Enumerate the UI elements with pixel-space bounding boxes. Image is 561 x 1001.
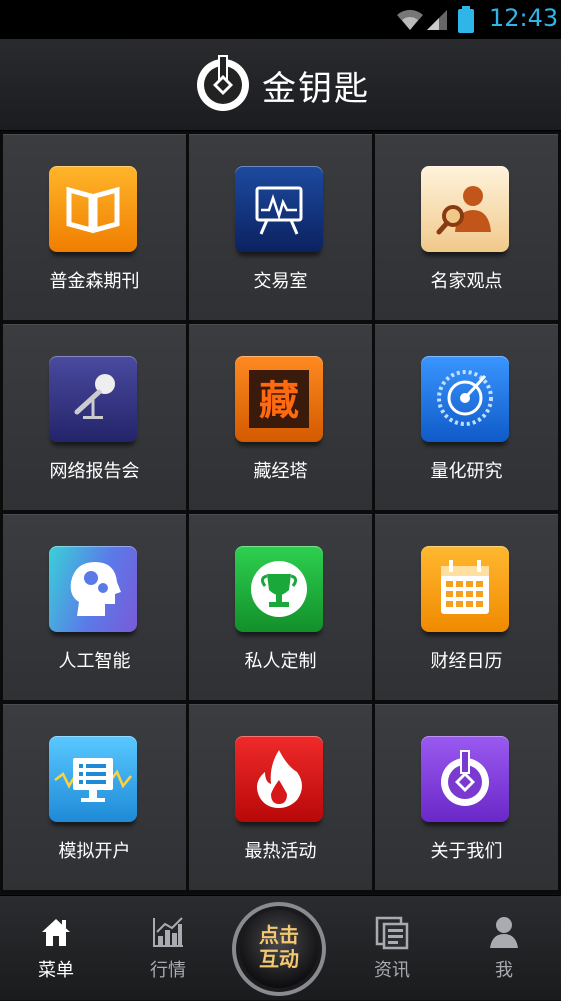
- svg-text:藏: 藏: [259, 377, 299, 424]
- app-header: 金钥匙: [0, 39, 561, 131]
- interact-button-label: 点击 互动: [229, 923, 329, 971]
- menu-item-finance-calendar[interactable]: 财经日历: [375, 514, 558, 700]
- zang-character-icon: 藏: [235, 356, 323, 442]
- head-gears-icon: [49, 546, 137, 632]
- microphone-icon: [49, 356, 137, 442]
- signal-icon: [427, 10, 447, 30]
- menu-item-about-us[interactable]: 关于我们: [375, 704, 558, 890]
- menu-item-label: 交易室: [253, 271, 308, 292]
- news-icon: [375, 916, 409, 950]
- key-logo-icon: [421, 736, 509, 822]
- menu-item-label: 量化研究: [430, 461, 503, 482]
- tab-news[interactable]: 资讯: [342, 896, 442, 1000]
- tab-label: 菜单: [38, 960, 74, 981]
- clock: 12:43: [489, 4, 559, 32]
- menu-item-hot-events[interactable]: 最热活动: [189, 704, 372, 890]
- menu-item-label: 模拟开户: [58, 841, 131, 862]
- interact-line-2: 互动: [259, 947, 299, 971]
- status-bar: 12:43: [0, 0, 561, 39]
- chart-icon: [153, 917, 183, 947]
- menu-item-expert-views[interactable]: 名家观点: [375, 134, 558, 320]
- menu-item-trading-room[interactable]: 交易室: [189, 134, 372, 320]
- dial-icon: [421, 356, 509, 442]
- menu-item-label: 私人定制: [244, 651, 317, 672]
- menu-item-label: 人工智能: [58, 651, 131, 672]
- key-logo-icon: [197, 55, 249, 111]
- interact-line-1: 点击: [259, 923, 299, 947]
- presentation-icon: [235, 166, 323, 252]
- menu-item-ai[interactable]: 人工智能: [3, 514, 186, 700]
- menu-item-label: 关于我们: [430, 841, 503, 862]
- trophy-icon: [235, 546, 323, 632]
- tab-label: 行情: [150, 960, 186, 981]
- tab-label: 我: [495, 960, 513, 981]
- app-title: 金钥匙: [262, 69, 370, 109]
- menu-item-quant-research[interactable]: 量化研究: [375, 324, 558, 510]
- menu-item-periodical[interactable]: 普金森期刊: [3, 134, 186, 320]
- book-icon: [49, 166, 137, 252]
- wifi-icon: [397, 9, 423, 30]
- menu-item-demo-account[interactable]: 模拟开户: [3, 704, 186, 890]
- person-icon: [490, 917, 518, 948]
- menu-item-private-custom[interactable]: 私人定制: [189, 514, 372, 700]
- calendar-icon: [421, 546, 509, 632]
- menu-item-label: 最热活动: [244, 841, 317, 862]
- menu-item-scripture-tower[interactable]: 藏 藏经塔: [189, 324, 372, 510]
- menu-grid: 普金森期刊 交易室 名家观点 网络报告会 藏 藏经塔 量化研究 人工智能 私人定…: [0, 131, 561, 894]
- expert-search-icon: [421, 166, 509, 252]
- menu-item-web-conference[interactable]: 网络报告会: [3, 324, 186, 510]
- menu-item-label: 网络报告会: [49, 461, 140, 482]
- menu-item-label: 名家观点: [430, 271, 503, 292]
- flame-icon: [235, 736, 323, 822]
- tab-market[interactable]: 行情: [118, 896, 218, 1000]
- menu-item-label: 藏经塔: [253, 461, 308, 482]
- home-icon: [42, 919, 70, 946]
- interact-button[interactable]: 点击 互动: [229, 901, 329, 997]
- tab-label: 资讯: [374, 960, 410, 981]
- tab-menu[interactable]: 菜单: [6, 896, 106, 1000]
- menu-item-label: 财经日历: [430, 651, 503, 672]
- monitor-icon: [49, 736, 137, 822]
- battery-icon: [458, 6, 474, 33]
- tab-me[interactable]: 我: [454, 896, 554, 1000]
- menu-item-label: 普金森期刊: [49, 271, 140, 292]
